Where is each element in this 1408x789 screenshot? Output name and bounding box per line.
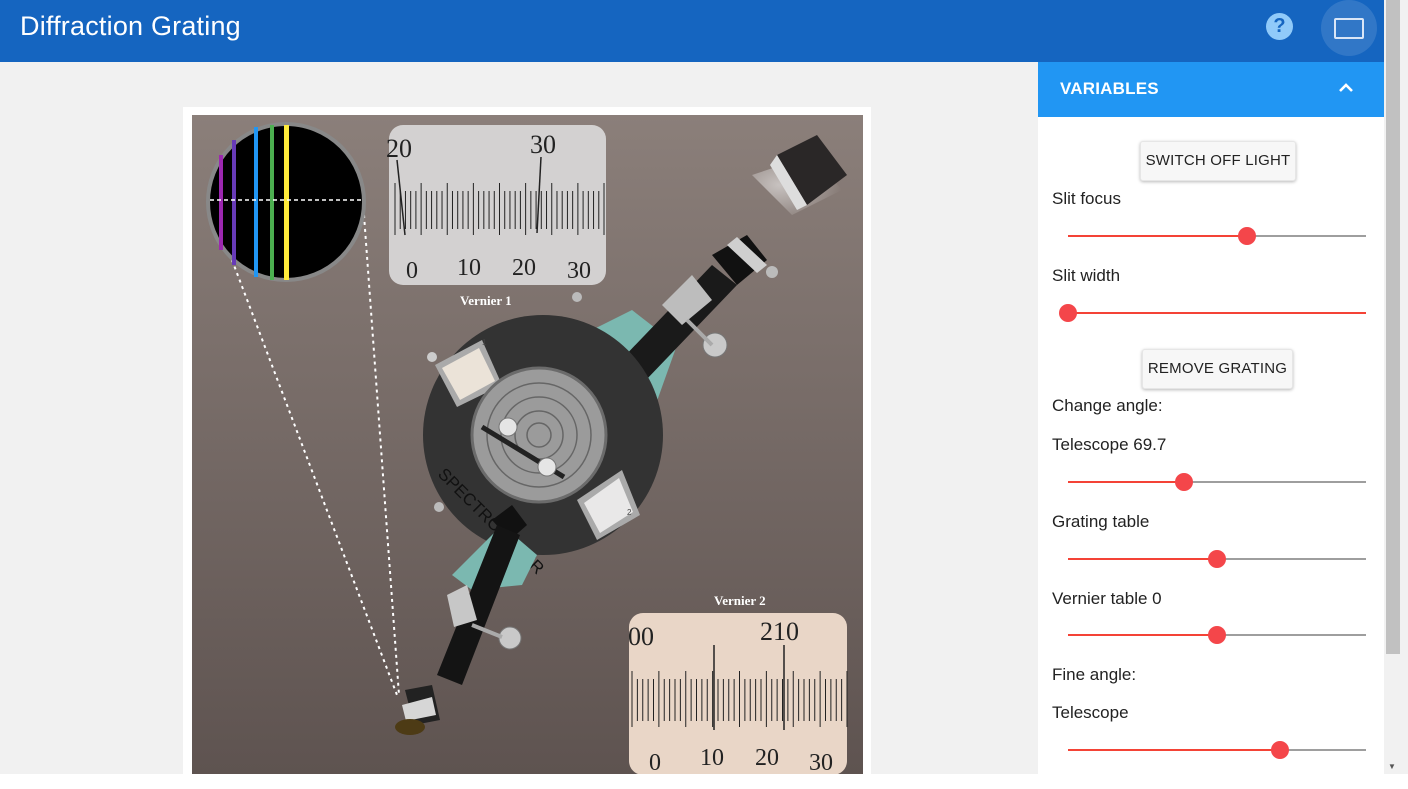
telescope-fine-slider[interactable] (1068, 740, 1366, 760)
slit-width-label: Slit width (1052, 266, 1121, 285)
slider-thumb[interactable] (1059, 304, 1077, 322)
vernier-1-title: Vernier 1 (460, 293, 512, 308)
chevron-up-icon[interactable] (1338, 80, 1354, 96)
vernier-2-main-left: 00 (628, 622, 654, 651)
help-icon[interactable]: ? (1266, 13, 1293, 40)
telescope-coarse-label: Telescope 69.7 (1052, 435, 1167, 454)
change-angle-label: Change angle: (1052, 396, 1163, 415)
telescope-coarse-slider[interactable] (1068, 472, 1366, 492)
vernier-2-scale-10: 10 (700, 745, 724, 771)
vernier-1-readout: 20 30 0 10 20 30 Vernier 1 (386, 125, 606, 308)
fine-angle-label: Fine angle: (1052, 665, 1137, 684)
vernier-table-slider[interactable] (1068, 625, 1366, 645)
slit-width-slider[interactable] (1059, 303, 1366, 323)
spectrometer-canvas[interactable]: 20 30 0 10 20 30 Vernier 1 SPECTROMETER … (192, 115, 863, 775)
vernier-2-scale-0: 0 (649, 750, 661, 775)
vernier-2-scale-30: 30 (809, 750, 833, 775)
remove-grating-button[interactable]: REMOVE GRATING (1142, 349, 1293, 389)
grating-table-slider[interactable] (1068, 549, 1366, 569)
slider-thumb[interactable] (1271, 741, 1289, 759)
fullscreen-icon (1334, 18, 1364, 39)
spectral-line (254, 127, 258, 277)
slit-focus-slider[interactable] (1068, 226, 1366, 246)
dial-2-number: 2 (627, 508, 632, 517)
app-window: Diffraction Grating ? 20 30 0 10 20 30 V… (0, 0, 1408, 789)
bottom-strip (0, 774, 1408, 789)
telescope-fine-label: Telescope (1052, 703, 1129, 722)
spectral-line (270, 125, 274, 280)
spectral-line (219, 155, 223, 250)
vernier-1-scale-20: 20 (512, 255, 536, 281)
page-scrollbar[interactable]: ▼ (1384, 0, 1408, 774)
variables-title: VARIABLES (1060, 79, 1159, 98)
scroll-down-arrow-icon[interactable]: ▼ (1388, 762, 1396, 771)
app-bar: Diffraction Grating ? (0, 0, 1384, 62)
spectral-line (232, 140, 236, 265)
grating-table-label: Grating table (1052, 512, 1150, 531)
slit-focus-label: Slit focus (1052, 189, 1121, 208)
dial-1-number: 1 (482, 338, 487, 347)
vernier-1-scale-0: 0 (406, 258, 418, 284)
slider-thumb[interactable] (1208, 626, 1226, 644)
switch-off-light-button[interactable]: SWITCH OFF LIGHT (1140, 141, 1296, 181)
vernier-2-main-right: 210 (760, 617, 799, 646)
variables-panel: VARIABLES SWITCH OFF LIGHT Slit focus Sl… (1038, 62, 1384, 774)
spectral-line (284, 125, 289, 280)
scrollbar-thumb[interactable] (1386, 0, 1400, 654)
vernier-1-scale-10: 10 (457, 255, 481, 281)
spectrometer-scene[interactable]: 20 30 0 10 20 30 Vernier 1 SPECTROMETER … (192, 115, 863, 775)
slider-thumb[interactable] (1238, 227, 1256, 245)
vernier-2-readout: Vernier 2 00 210 0 10 20 30 (628, 593, 848, 775)
fullscreen-button[interactable] (1321, 0, 1377, 56)
slider-thumb[interactable] (1208, 550, 1226, 568)
vernier-1-main-right: 30 (530, 130, 556, 159)
vernier-1-main-left: 20 (386, 134, 412, 163)
vernier-1-scale-30: 30 (567, 258, 591, 284)
vernier-table-label: Vernier table 0 (1052, 589, 1162, 608)
vernier-2-title: Vernier 2 (714, 593, 766, 608)
variables-header[interactable]: VARIABLES (1038, 62, 1384, 117)
vernier-2-scale-20: 20 (755, 745, 779, 771)
grating-table[interactable] (470, 366, 608, 504)
slider-thumb[interactable] (1175, 473, 1193, 491)
vernier-2-ticks (631, 671, 848, 727)
app-title: Diffraction Grating (20, 11, 241, 41)
